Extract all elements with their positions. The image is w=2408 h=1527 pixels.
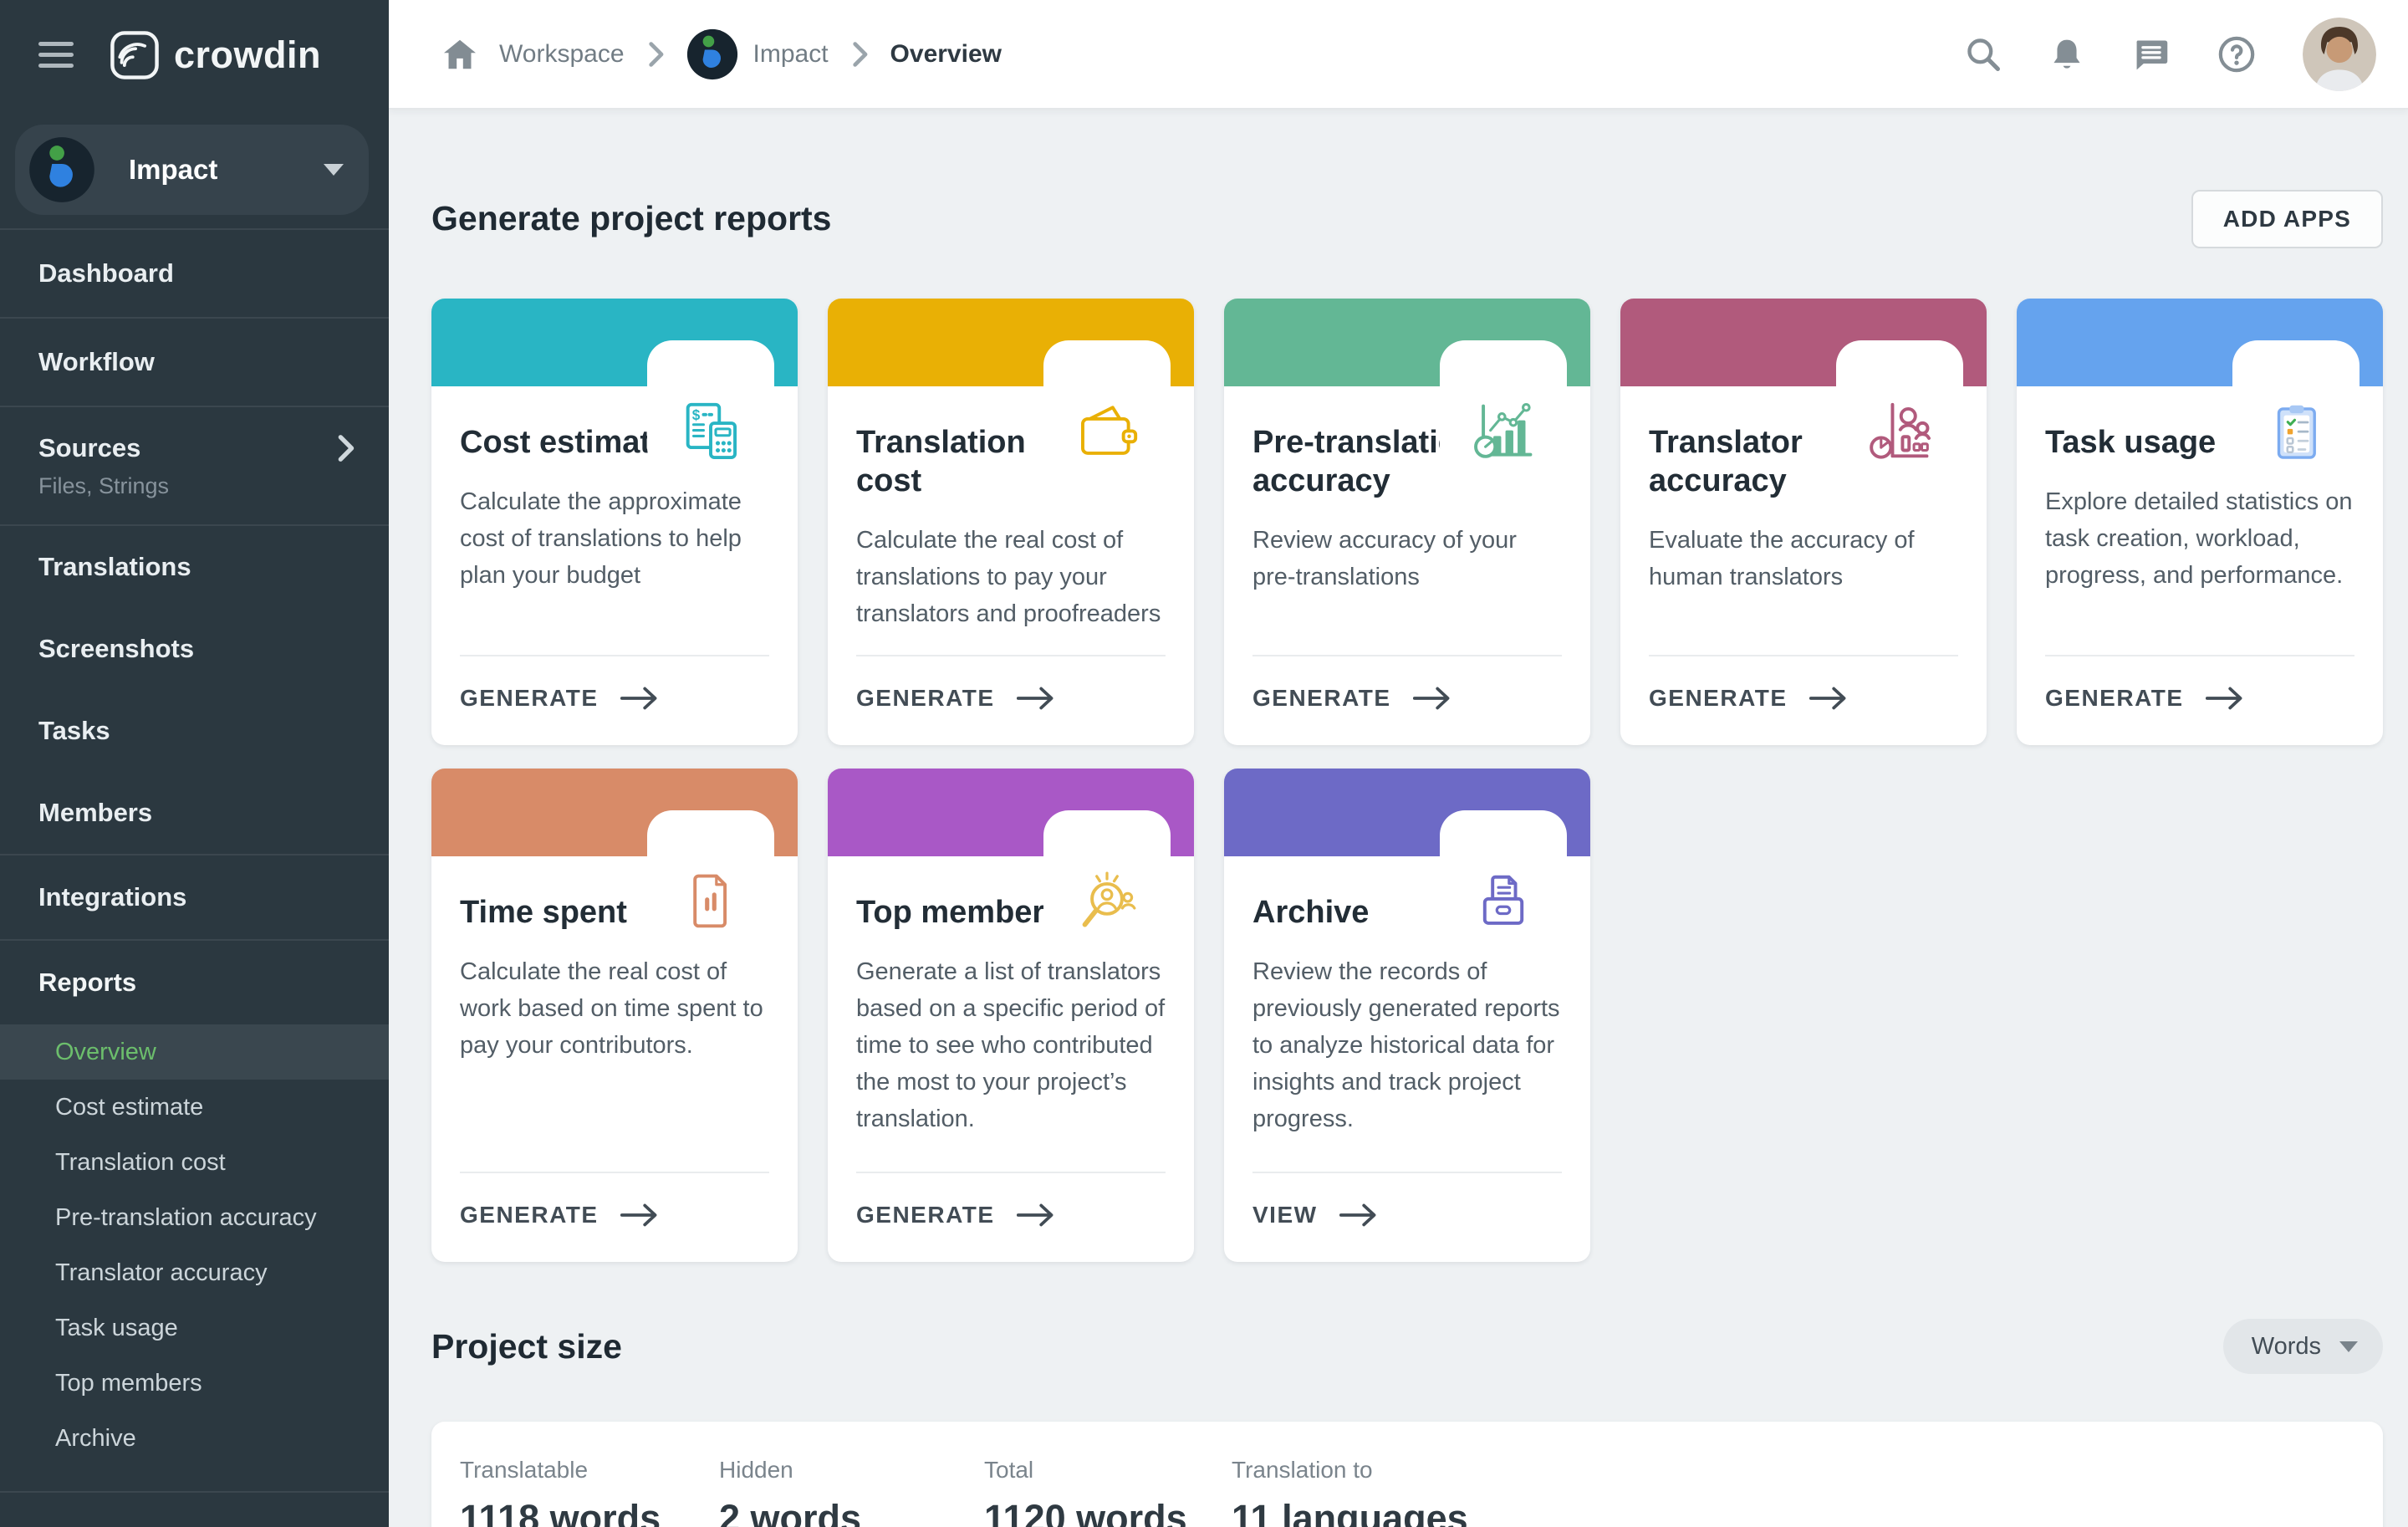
breadcrumb: Workspace Impact Overview (442, 28, 1965, 80)
card-top-members: Top members Generate a list of translato… (828, 769, 1194, 1262)
card-cost-estimate: $ Cost estimate Calculate the approximat… (431, 299, 798, 745)
sidebar-item-reports-archive[interactable]: Archive (0, 1411, 389, 1466)
topbar: Workspace Impact Overview (389, 0, 2408, 110)
sidebar-item-tasks[interactable]: Tasks (0, 690, 389, 772)
stat-translatable: Translatable 1118 words 0 words in dupli… (460, 1457, 719, 1527)
breadcrumb-workspace[interactable]: Workspace (499, 40, 625, 69)
chevron-right-icon (335, 434, 355, 462)
project-avatar (28, 136, 95, 203)
sidebar-item-integrations[interactable]: Integrations (0, 855, 389, 939)
card-translator-accuracy: Translator accuracy Evaluate the accurac… (1620, 299, 1987, 745)
card-description: Evaluate the accuracy of human translato… (1649, 522, 1958, 595)
stat-translation-to: Translation to 11 languages (1232, 1457, 1468, 1527)
card-description: Explore detailed statistics on task crea… (2045, 483, 2354, 594)
generate-link[interactable]: GENERATE (1252, 685, 1451, 712)
sidebar-item-reports-translation-cost[interactable]: Translation cost (0, 1135, 389, 1190)
project-size-stats: Translatable 1118 words 0 words in dupli… (431, 1422, 2383, 1527)
sidebar: crowdin Impact Dashboard Workflow So (0, 0, 389, 1527)
arrow-right-icon (1017, 686, 1055, 711)
sidebar-item-reports-cost-estimate[interactable]: Cost estimate (0, 1080, 389, 1135)
sources-sublabel: Files, Strings (38, 473, 355, 499)
card-description: Calculate the approximate cost of transl… (460, 483, 769, 594)
chevron-right-icon (646, 41, 665, 68)
notifications-icon[interactable] (2048, 36, 2085, 73)
page-title: Generate project reports (431, 199, 832, 238)
member-search-icon (1043, 810, 1171, 942)
arrow-right-icon (1017, 1203, 1055, 1228)
generate-link[interactable]: GENERATE (856, 685, 1055, 712)
stat-hidden: Hidden 2 words 0 words in duplicates (719, 1457, 984, 1527)
stat-total: Total 1120 words (984, 1457, 1232, 1527)
arrow-right-icon (1339, 1203, 1378, 1228)
report-cards-grid: $ Cost estimate Calculate the approximat… (431, 299, 2383, 1262)
crowdin-logo-icon (109, 29, 161, 81)
sidebar-header: crowdin (0, 0, 389, 110)
card-description: Generate a list of translators based on … (856, 953, 1166, 1137)
units-dropdown[interactable]: Words (2223, 1319, 2383, 1374)
arrow-right-icon (620, 686, 659, 711)
generate-link[interactable]: GENERATE (2045, 685, 2244, 712)
sidebar-item-reports-task-usage[interactable]: Task usage (0, 1300, 389, 1356)
card-archive: Archive Review the records of previously… (1224, 769, 1590, 1262)
crowdin-wordmark: crowdin (174, 33, 321, 77)
archive-drawer-icon (1440, 810, 1567, 942)
sidebar-item-activity[interactable]: Activity (0, 1493, 389, 1527)
menu-icon[interactable] (38, 35, 75, 74)
wallet-icon (1043, 340, 1171, 472)
svg-text:$: $ (692, 407, 701, 423)
breadcrumb-project[interactable]: Impact (686, 28, 829, 80)
view-link[interactable]: VIEW (1252, 1202, 1378, 1228)
card-pre-translation-accuracy: Pre-translation accuracy Review accuracy… (1224, 299, 1590, 745)
time-document-icon (647, 810, 774, 942)
project-avatar (686, 28, 738, 80)
search-icon[interactable] (1965, 36, 2002, 73)
invoice-calculator-icon: $ (647, 340, 774, 472)
sidebar-item-screenshots[interactable]: Screenshots (0, 608, 389, 690)
arrow-right-icon (2206, 686, 2244, 711)
project-size-title: Project size (431, 1327, 622, 1366)
card-translation-cost: Translation cost Calculate the real cost… (828, 299, 1194, 745)
sidebar-item-workflow[interactable]: Workflow (0, 319, 389, 406)
clipboard-checklist-icon (2232, 340, 2360, 472)
project-name: Impact (129, 154, 324, 186)
user-avatar[interactable] (2303, 18, 2376, 91)
arrow-right-icon (1413, 686, 1451, 711)
main-content: Generate project reports ADD APPS $ (389, 110, 2408, 1527)
crowdin-app: crowdin Impact Dashboard Workflow So (0, 0, 2408, 1527)
card-task-usage: Task usage Explore detailed statistics o… (2017, 299, 2383, 745)
generate-link[interactable]: GENERATE (856, 1202, 1055, 1228)
sidebar-item-members[interactable]: Members (0, 772, 389, 854)
sidebar-nav: Dashboard Workflow Sources Files, String… (0, 230, 389, 1527)
card-description: Review accuracy of your pre-translations (1252, 522, 1562, 595)
card-description: Calculate the real cost of work based on… (460, 953, 769, 1064)
translator-stats-icon (1836, 340, 1963, 472)
help-icon[interactable] (2217, 35, 2256, 74)
chevron-down-icon (324, 164, 344, 176)
add-apps-button[interactable]: ADD APPS (2191, 190, 2383, 248)
sidebar-item-sources[interactable]: Sources Files, Strings (0, 407, 389, 524)
card-description: Calculate the real cost of translations … (856, 522, 1166, 632)
sidebar-item-translations[interactable]: Translations (0, 526, 389, 608)
generate-link[interactable]: GENERATE (460, 685, 659, 712)
sidebar-item-reports-top-members[interactable]: Top members (0, 1356, 389, 1411)
sidebar-item-reports-pre-translation-accuracy[interactable]: Pre-translation accuracy (0, 1190, 389, 1245)
generate-link[interactable]: GENERATE (460, 1202, 659, 1228)
arrow-right-icon (1809, 686, 1848, 711)
generate-link[interactable]: GENERATE (1649, 685, 1848, 712)
chevron-down-icon (2339, 1341, 2358, 1352)
breadcrumb-overview: Overview (890, 40, 1002, 69)
crowdin-logo[interactable]: crowdin (109, 29, 321, 81)
accuracy-chart-icon (1440, 340, 1567, 472)
sidebar-item-reports-translator-accuracy[interactable]: Translator accuracy (0, 1245, 389, 1300)
arrow-right-icon (620, 1203, 659, 1228)
messages-icon[interactable] (2132, 36, 2171, 73)
card-time-spent: Time spent Calculate the real cost of wo… (431, 769, 798, 1262)
chevron-right-icon (850, 41, 869, 68)
home-icon[interactable] (442, 38, 477, 70)
sidebar-item-reports-overview[interactable]: Overview (0, 1024, 389, 1080)
sidebar-section-reports: Reports (0, 941, 389, 1024)
project-selector[interactable]: Impact (15, 125, 369, 215)
card-description: Review the records of previously generat… (1252, 953, 1562, 1137)
sidebar-item-dashboard[interactable]: Dashboard (0, 230, 389, 317)
